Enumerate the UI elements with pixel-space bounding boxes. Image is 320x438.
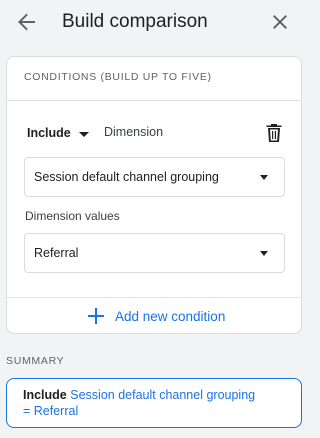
include-dropdown[interactable]: Include: [27, 123, 89, 143]
conditions-card: CONDITIONS (BUILD UP TO FIVE) Include Di…: [6, 56, 302, 334]
trash-icon: [266, 124, 282, 142]
close-button[interactable]: [268, 10, 292, 34]
summary-box: Include Session default channel grouping…: [6, 378, 302, 428]
summary-dimension: Session default channel grouping: [70, 388, 256, 402]
dropdown-arrow-icon: [260, 175, 268, 180]
add-new-condition-label: Add new condition: [115, 308, 226, 324]
close-icon: [273, 15, 287, 29]
summary-heading: SUMMARY: [6, 355, 65, 367]
summary-value: = Referral: [23, 404, 79, 418]
condition-row: Include Dimension Session default channe…: [7, 101, 301, 297]
dimension-values-select-value: Referral: [34, 246, 79, 260]
add-new-condition-button[interactable]: Add new condition: [87, 305, 225, 327]
divider: [7, 297, 301, 298]
back-button[interactable]: [14, 10, 40, 34]
dimension-select-value: Session default channel grouping: [34, 170, 219, 184]
plus-icon: [88, 308, 104, 324]
caret-down-icon: [78, 131, 89, 137]
dimension-label: Dimension: [104, 125, 164, 139]
arrow-back-icon: [18, 13, 35, 31]
dimension-values-select[interactable]: Referral: [24, 233, 285, 273]
dimension-values-label: Dimension values: [25, 209, 120, 223]
summary-include: Include: [23, 388, 67, 402]
dropdown-arrow-icon: [260, 251, 268, 256]
dialog-header: Build comparison: [0, 0, 308, 44]
conditions-heading: CONDITIONS (BUILD UP TO FIVE): [24, 71, 212, 83]
dimension-select[interactable]: Session default channel grouping: [24, 157, 285, 197]
delete-condition-button[interactable]: [265, 123, 283, 143]
include-label: Include: [27, 126, 71, 140]
dialog-title: Build comparison: [62, 11, 208, 32]
